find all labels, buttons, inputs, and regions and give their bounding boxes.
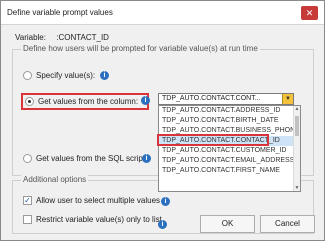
restrict-to-list-label: Restrict variable value(s) only to list	[36, 215, 162, 224]
allow-multiple-label: Allow user to select multiple values	[36, 196, 161, 205]
from-sql-label: Get values from the SQL script:	[36, 154, 148, 163]
selected-item-highlight	[157, 134, 269, 146]
title-bar[interactable]: Define variable prompt values ✕	[1, 1, 324, 25]
allow-multiple-checkbox[interactable]: ✓	[23, 196, 32, 205]
allow-multiple-option[interactable]: ✓ Allow user to select multiple values	[23, 196, 160, 205]
chevron-down-icon[interactable]: ▼	[282, 94, 293, 104]
specify-values-radio[interactable]	[23, 71, 32, 80]
option-from-sql[interactable]: Get values from the SQL script:	[23, 154, 147, 163]
variable-label: Variable:	[15, 33, 46, 42]
variable-line: Variable: :CONTACT_ID	[15, 33, 117, 42]
ok-button[interactable]: OK	[200, 215, 255, 233]
option-specify-values[interactable]: Specify value(s):	[23, 71, 95, 80]
restrict-to-list-checkbox[interactable]	[23, 215, 32, 224]
info-icon[interactable]: i	[100, 71, 109, 80]
variable-name: :CONTACT_ID	[56, 33, 109, 42]
column-dropdown[interactable]: TDP_AUTO.CONTACT.CONT... ▼	[158, 93, 294, 105]
list-item[interactable]: TDP_AUTO.CONTACT.EMAIL_ADDRESS	[159, 156, 300, 166]
info-icon[interactable]: i	[158, 220, 167, 229]
column-dropdown-value: TDP_AUTO.CONTACT.CONT...	[162, 95, 261, 102]
dialog-title: Define variable prompt values	[7, 8, 113, 17]
list-item[interactable]: TDP_AUTO.CONTACT.ADDRESS_ID	[159, 106, 300, 116]
list-item[interactable]: TDP_AUTO.CONTACT.CUSTOMER_ID	[159, 146, 300, 156]
from-sql-radio[interactable]	[23, 154, 32, 163]
column-dropdown-list[interactable]: TDP_AUTO.CONTACT.ADDRESS_ID TDP_AUTO.CON…	[158, 105, 301, 192]
additional-options-legend: Additional options	[21, 175, 89, 184]
from-column-label: Get values from the column:	[38, 97, 139, 106]
info-icon[interactable]: i	[161, 197, 170, 206]
option-from-column[interactable]: Get values from the column:	[25, 97, 138, 106]
list-item[interactable]: TDP_AUTO.CONTACT.FIRST_NAME	[159, 166, 300, 176]
info-icon[interactable]: i	[141, 96, 150, 105]
close-button[interactable]: ✕	[301, 6, 318, 20]
background-strip	[0, 241, 328, 249]
info-icon[interactable]: i	[142, 154, 151, 163]
restrict-to-list-option[interactable]: Restrict variable value(s) only to list	[23, 215, 162, 224]
prompt-method-legend: Define how users will be prompted for va…	[21, 44, 260, 53]
cancel-button[interactable]: Cancel	[260, 215, 315, 233]
from-column-radio[interactable]	[25, 97, 34, 106]
scroll-up-icon[interactable]: ▲	[294, 106, 300, 112]
scrollbar-thumb[interactable]	[295, 116, 299, 136]
list-item[interactable]: TDP_AUTO.CONTACT.BIRTH_DATE	[159, 116, 300, 126]
close-icon: ✕	[305, 8, 314, 18]
prompt-values-dialog: Define variable prompt values ✕ Variable…	[0, 0, 325, 241]
list-scrollbar[interactable]: ▲ ▼	[293, 106, 300, 191]
scroll-down-icon[interactable]: ▼	[294, 185, 300, 191]
specify-values-label: Specify value(s):	[36, 71, 96, 80]
